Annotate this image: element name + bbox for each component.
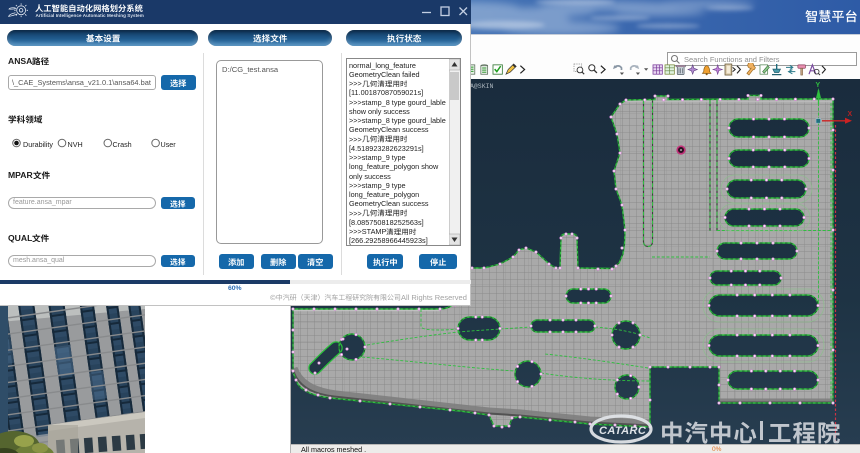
svg-text:A@SKIN: A@SKIN: [470, 83, 494, 90]
svg-text:Y: Y: [816, 82, 821, 89]
svg-text:X: X: [848, 111, 853, 118]
svg-text:CATARC: CATARC: [599, 425, 647, 437]
